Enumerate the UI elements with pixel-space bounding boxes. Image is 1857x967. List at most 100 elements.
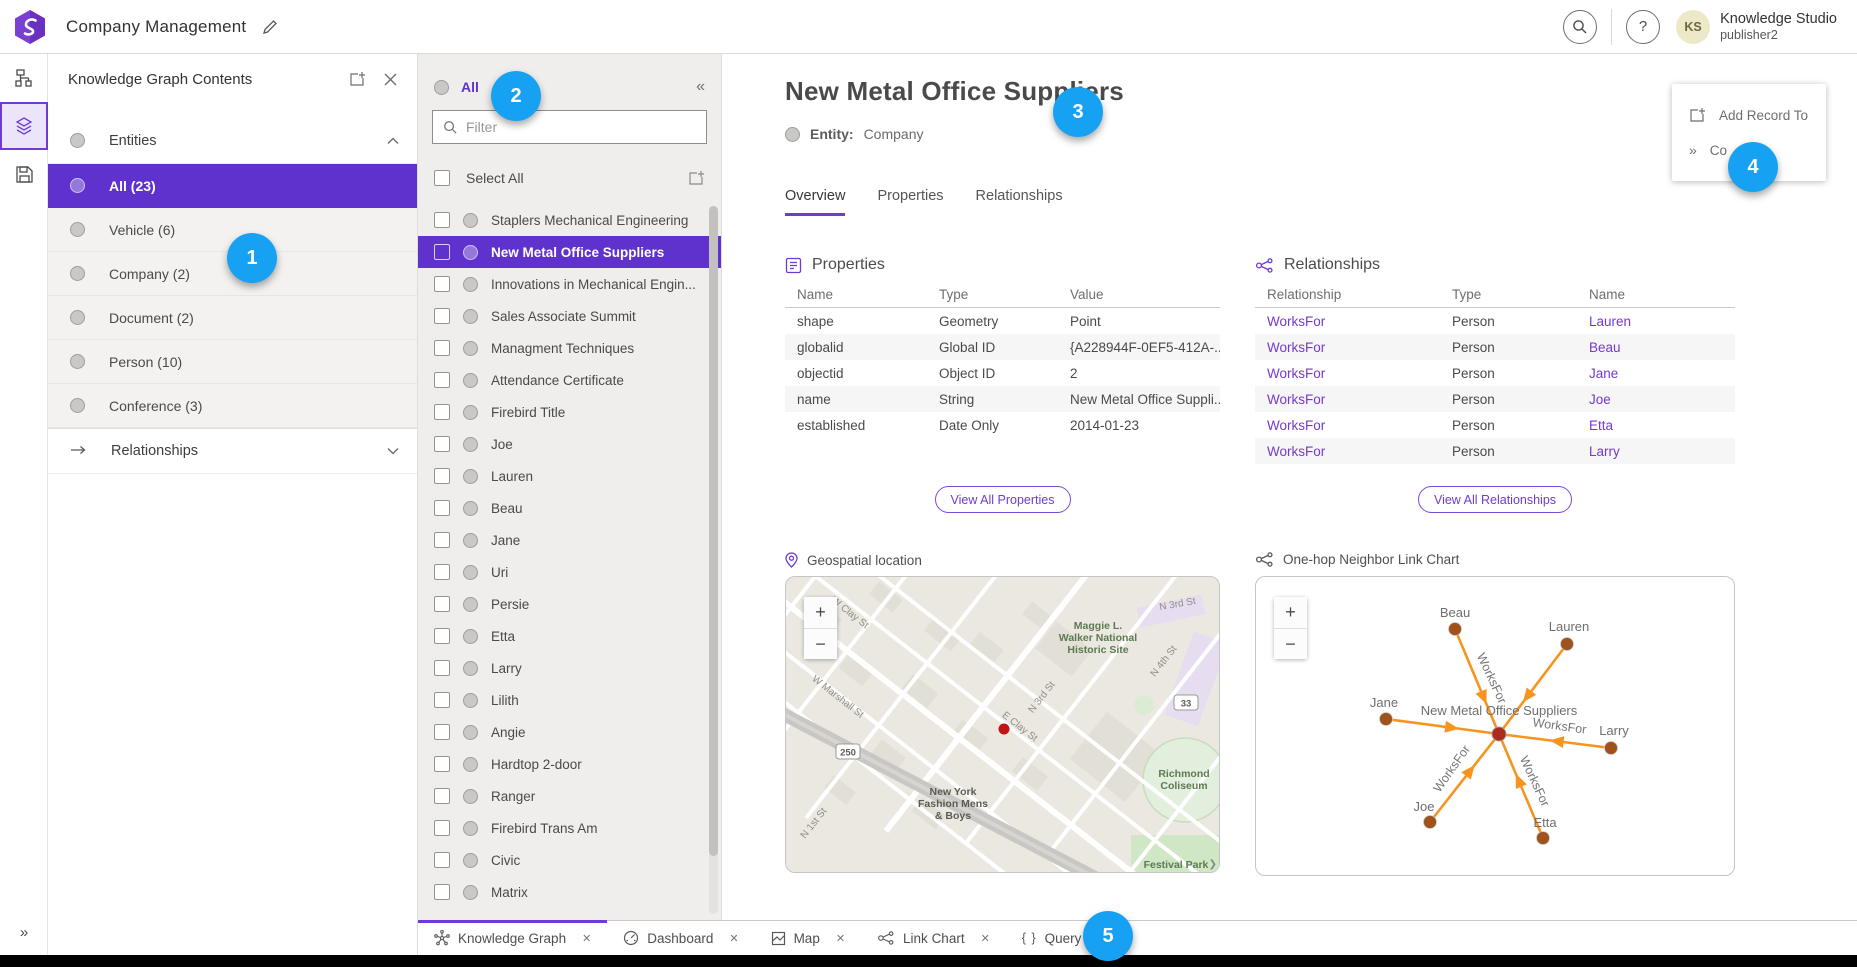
close-panel-icon[interactable] — [384, 73, 397, 86]
expand-rail-icon[interactable]: » — [0, 915, 48, 949]
help-button[interactable]: ? — [1626, 10, 1660, 44]
attribution-expand-icon[interactable]: ❯ — [1209, 859, 1217, 870]
record-checkbox[interactable] — [434, 436, 450, 452]
entity-type-item[interactable]: Conference (3) — [48, 384, 417, 428]
layers-icon[interactable] — [0, 102, 48, 150]
avatar[interactable]: KS — [1676, 10, 1710, 44]
record-checkbox[interactable] — [434, 212, 450, 228]
close-tab-icon[interactable]: ✕ — [729, 932, 738, 945]
record-list-item[interactable]: Angie — [418, 716, 721, 748]
chart-zoom-out-button[interactable]: − — [1274, 628, 1307, 659]
record-checkbox[interactable] — [434, 468, 450, 484]
record-list-item[interactable]: Persie — [418, 588, 721, 620]
select-all-checkbox[interactable] — [434, 170, 450, 186]
filter-input[interactable] — [466, 119, 696, 135]
edit-title-button[interactable] — [262, 19, 278, 35]
record-list-item[interactable]: Lilith — [418, 684, 721, 716]
table-cell-link[interactable]: WorksFor — [1255, 314, 1440, 329]
geospatial-map[interactable]: W Clay StW Marshall StE Clay StN 3rd StN… — [785, 576, 1220, 873]
view-all-properties-button[interactable]: View All Properties — [935, 486, 1071, 513]
new-map-icon[interactable] — [349, 71, 366, 88]
record-checkbox[interactable] — [434, 756, 450, 772]
record-checkbox[interactable] — [434, 532, 450, 548]
record-checkbox[interactable] — [434, 884, 450, 900]
close-tab-icon[interactable]: ✕ — [836, 932, 845, 945]
record-list-item[interactable]: Etta — [418, 620, 721, 652]
table-cell-link[interactable]: Lauren — [1577, 314, 1735, 329]
entities-section-header[interactable]: Entities — [48, 118, 417, 164]
record-list-item[interactable]: Attendance Certificate — [418, 364, 721, 396]
collapse-panel-icon[interactable]: « — [696, 78, 705, 96]
table-cell-link[interactable]: Etta — [1577, 418, 1735, 433]
table-cell-link[interactable]: Jane — [1577, 366, 1735, 381]
table-cell-link[interactable]: Joe — [1577, 392, 1735, 407]
record-checkbox[interactable] — [434, 628, 450, 644]
record-checkbox[interactable] — [434, 660, 450, 676]
record-list-scrollbar[interactable] — [709, 206, 718, 914]
record-checkbox[interactable] — [434, 372, 450, 388]
tab-relationships[interactable]: Relationships — [976, 188, 1063, 216]
record-list-item[interactable]: Larry — [418, 652, 721, 684]
scrollbar-thumb[interactable] — [709, 206, 718, 856]
bottom-tab-knowledge-graph[interactable]: Knowledge Graph✕ — [418, 921, 607, 955]
record-list-item[interactable]: New Metal Office Suppliers — [418, 236, 721, 268]
zoom-out-button[interactable]: − — [804, 628, 837, 659]
record-list-item[interactable]: Firebird Trans Am — [418, 812, 721, 844]
table-cell-link[interactable]: WorksFor — [1255, 392, 1440, 407]
bottom-tab-dashboard[interactable]: Dashboard✕ — [607, 921, 754, 955]
add-to-new-map-icon[interactable] — [688, 170, 705, 187]
record-list-item[interactable]: Firebird Title — [418, 396, 721, 428]
bottom-tab-map[interactable]: Map✕ — [755, 921, 861, 955]
record-list-item[interactable]: Matrix — [418, 876, 721, 908]
record-list-item[interactable]: Jane — [418, 524, 721, 556]
record-checkbox[interactable] — [434, 404, 450, 420]
search-button[interactable] — [1563, 10, 1597, 44]
menu-item-add-record-to[interactable]: Add Record To — [1672, 98, 1826, 133]
chevron-up-icon[interactable] — [387, 133, 399, 149]
record-checkbox[interactable] — [434, 564, 450, 580]
record-checkbox[interactable] — [434, 692, 450, 708]
record-checkbox[interactable] — [434, 340, 450, 356]
node-center[interactable] — [1492, 727, 1506, 741]
record-checkbox[interactable] — [434, 308, 450, 324]
tab-overview[interactable]: Overview — [785, 188, 845, 216]
record-list-item[interactable]: Beau — [418, 492, 721, 524]
record-checkbox[interactable] — [434, 500, 450, 516]
user-block[interactable]: Knowledge Studio publisher2 — [1720, 11, 1837, 42]
node-Larry[interactable] — [1605, 742, 1618, 755]
record-checkbox[interactable] — [434, 788, 450, 804]
table-cell-link[interactable]: Larry — [1577, 444, 1735, 459]
record-list-item[interactable]: Joe — [418, 428, 721, 460]
save-icon[interactable] — [0, 150, 48, 198]
zoom-in-button[interactable]: + — [804, 597, 837, 628]
node-Beau[interactable] — [1449, 623, 1462, 636]
record-checkbox[interactable] — [434, 276, 450, 292]
node-Lauren[interactable] — [1561, 638, 1574, 651]
entity-type-item[interactable]: Person (10) — [48, 340, 417, 384]
table-cell-link[interactable]: WorksFor — [1255, 340, 1440, 355]
one-hop-link-chart[interactable]: WorksForWorksForWorksForWorksForBeauLaur… — [1255, 576, 1735, 876]
record-list-item[interactable]: Sales Associate Summit — [418, 300, 721, 332]
table-cell-link[interactable]: WorksFor — [1255, 366, 1440, 381]
node-Joe[interactable] — [1424, 816, 1437, 829]
record-list-item[interactable]: Innovations in Mechanical Engin... — [418, 268, 721, 300]
record-list-item[interactable]: Ranger — [418, 780, 721, 812]
record-checkbox[interactable] — [434, 244, 450, 260]
entity-type-item[interactable]: All (23) — [48, 164, 417, 208]
record-checkbox[interactable] — [434, 596, 450, 612]
record-list-item[interactable]: Staplers Mechanical Engineering — [418, 204, 721, 236]
record-list-item[interactable]: Uri — [418, 556, 721, 588]
data-model-icon[interactable] — [0, 54, 48, 102]
record-checkbox[interactable] — [434, 820, 450, 836]
record-list-item[interactable]: Hardtop 2-door — [418, 748, 721, 780]
record-list-item[interactable]: Civic — [418, 844, 721, 876]
table-cell-link[interactable]: Beau — [1577, 340, 1735, 355]
record-list-item[interactable]: Lauren — [418, 460, 721, 492]
close-tab-icon[interactable]: ✕ — [582, 932, 591, 945]
chart-zoom-in-button[interactable]: + — [1274, 597, 1307, 628]
node-Jane[interactable] — [1380, 713, 1393, 726]
record-checkbox[interactable] — [434, 724, 450, 740]
view-all-relationships-button[interactable]: View All Relationships — [1418, 486, 1572, 513]
record-checkbox[interactable] — [434, 852, 450, 868]
chevron-down-icon[interactable] — [387, 443, 399, 459]
